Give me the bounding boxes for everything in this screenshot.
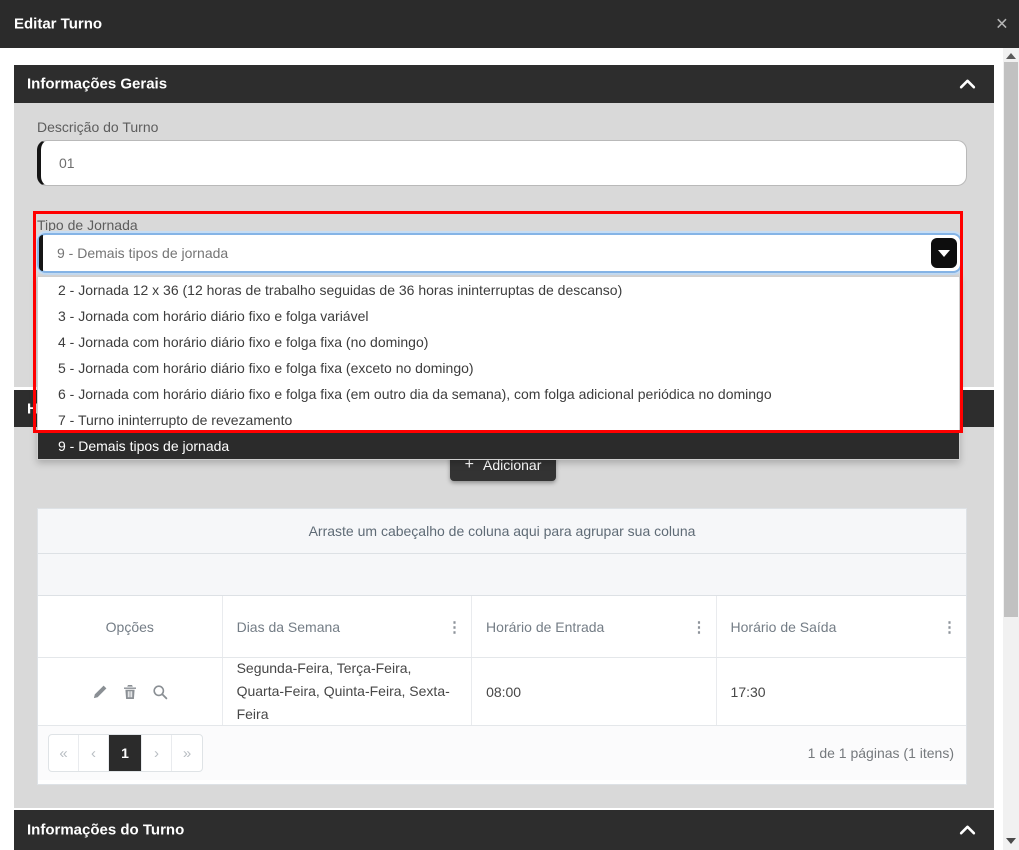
table-row: Segunda-Feira, Terça-Feira, Quarta-Feira… — [38, 658, 966, 726]
modal-title: Editar Turno — [14, 16, 102, 33]
column-menu-icon[interactable]: ⋮ — [447, 618, 462, 636]
chevron-up-icon[interactable] — [959, 79, 976, 90]
section-title: Informações do Turno — [27, 822, 184, 839]
dropdown-option[interactable]: 7 - Turno ininterrupto de revezamento — [38, 407, 959, 433]
column-header-saida[interactable]: Horário de Saída ⋮ — [717, 596, 966, 657]
dropdown-option[interactable]: 6 - Jornada com horário diário fixo e fo… — [38, 381, 959, 407]
pager-next-button[interactable]: › — [142, 735, 172, 771]
row-entrada-cell: 08:00 — [472, 658, 716, 725]
grid-toolbar-strip — [38, 554, 966, 596]
dropdown-option[interactable]: 2 - Jornada 12 x 36 (12 horas de trabalh… — [38, 277, 959, 303]
column-header-entrada[interactable]: Horário de Entrada ⋮ — [472, 596, 716, 657]
scroll-up-icon[interactable] — [1006, 53, 1016, 59]
caret-down-icon — [938, 250, 950, 257]
row-saida-cell: 17:30 — [717, 658, 966, 725]
column-label: Horário de Entrada — [486, 619, 604, 635]
group-hint: Arraste um cabeçalho de coluna aqui para… — [309, 523, 696, 539]
scrollbar-thumb[interactable] — [1004, 62, 1018, 617]
dropdown-option[interactable]: 4 - Jornada com horário diário fixo e fo… — [38, 329, 959, 355]
descricao-input[interactable] — [37, 140, 967, 186]
section-header-informacoes-do-turno[interactable]: Informações do Turno — [14, 810, 994, 850]
pager-info: 1 de 1 páginas (1 itens) — [808, 745, 954, 761]
edit-shift-modal: Editar Turno × Informações Gerais Descri… — [0, 0, 1019, 850]
pager-last-button[interactable]: » — [172, 735, 202, 771]
modal-titlebar: Editar Turno × — [0, 0, 1019, 48]
pager-prev-button[interactable]: ‹ — [79, 735, 109, 771]
horarios-grid: Arraste um cabeçalho de coluna aqui para… — [37, 508, 967, 785]
column-label: Horário de Saída — [731, 619, 837, 635]
pager-buttons: « ‹ 1 › » — [48, 734, 203, 772]
dropdown-option[interactable]: 3 - Jornada com horário diário fixo e fo… — [38, 303, 959, 329]
group-panel[interactable]: Arraste um cabeçalho de coluna aqui para… — [38, 509, 966, 554]
tipo-jornada-options-list: 2 - Jornada 12 x 36 (12 horas de trabalh… — [37, 276, 960, 460]
tipo-jornada-select[interactable]: 9 - Demais tipos de jornada — [37, 233, 962, 273]
column-menu-icon[interactable]: ⋮ — [692, 618, 707, 636]
search-icon[interactable] — [152, 684, 168, 700]
section-title: Informações Gerais — [27, 76, 167, 93]
column-header-opcoes[interactable]: Opções — [38, 596, 223, 657]
column-label: Dias da Semana — [237, 619, 341, 635]
scrollbar[interactable] — [1003, 48, 1019, 850]
tipo-jornada-label: Tipo de Jornada — [37, 217, 138, 233]
delete-icon[interactable] — [123, 684, 137, 700]
row-dias-cell: Segunda-Feira, Terça-Feira, Quarta-Feira… — [223, 658, 472, 725]
dropdown-option[interactable]: 5 - Jornada com horário diário fixo e fo… — [38, 355, 959, 381]
grid-header-row: Opções Dias da Semana ⋮ Horário de Entra… — [38, 596, 966, 658]
pager-first-button[interactable]: « — [49, 735, 79, 771]
descricao-label: Descrição do Turno — [37, 119, 158, 135]
scroll-down-icon[interactable] — [1006, 838, 1016, 844]
column-menu-icon[interactable]: ⋮ — [942, 618, 957, 636]
selected-value: 9 - Demais tipos de jornada — [57, 245, 228, 261]
chevron-up-icon[interactable] — [959, 825, 976, 836]
row-options-cell — [38, 658, 223, 725]
column-header-dias[interactable]: Dias da Semana ⋮ — [223, 596, 472, 657]
section-header-informacoes-gerais[interactable]: Informações Gerais — [14, 65, 994, 103]
dropdown-caret-button[interactable] — [931, 238, 957, 268]
column-label: Opções — [106, 619, 154, 635]
edit-icon[interactable] — [92, 684, 108, 700]
dropdown-option-selected[interactable]: 9 - Demais tipos de jornada — [38, 433, 959, 459]
close-icon[interactable]: × — [996, 14, 1008, 35]
grid-pager: « ‹ 1 › » 1 de 1 páginas (1 itens) — [38, 726, 966, 780]
pager-page-1-button[interactable]: 1 — [109, 735, 142, 771]
